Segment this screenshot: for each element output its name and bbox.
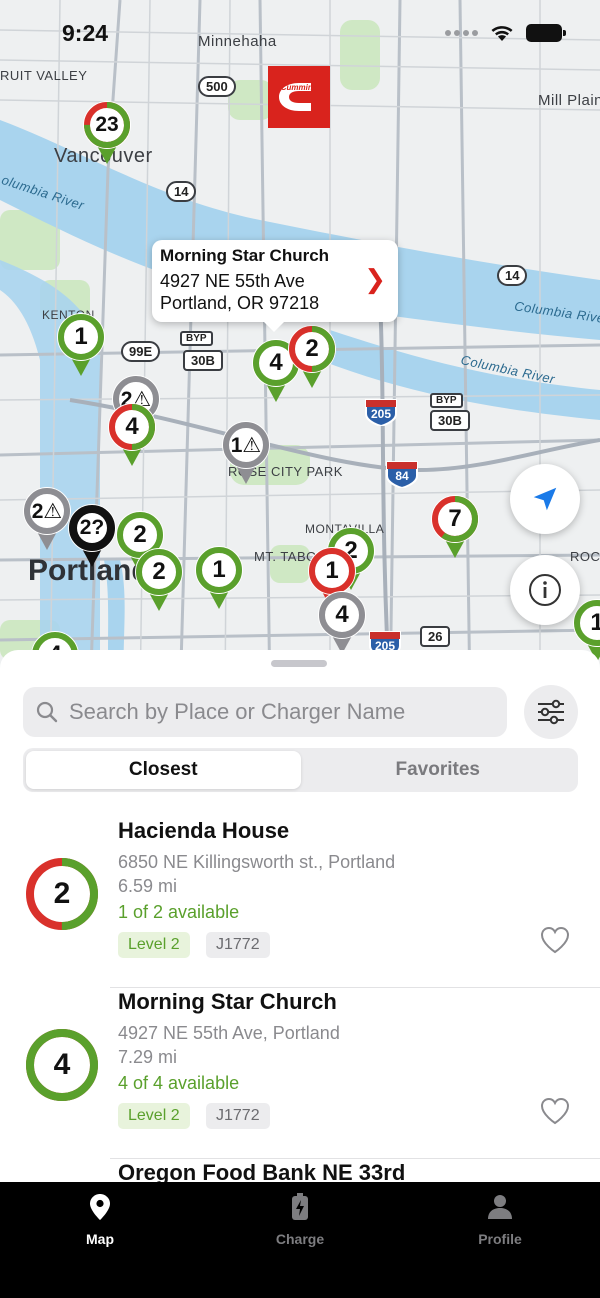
pin-count: 2? — [79, 516, 105, 539]
interstate-number: 205 — [370, 407, 392, 421]
map-pin-icon — [90, 1194, 110, 1220]
pin-count: 4 — [335, 601, 349, 628]
charger-pin[interactable]: 4 — [317, 590, 367, 656]
search-placeholder: Search by Place or Charger Name — [69, 699, 406, 724]
station-callout[interactable]: Morning Star Church 4927 NE 55th Ave Por… — [152, 240, 398, 332]
route-shield-30b: 30B — [183, 350, 223, 371]
interstate-shield-205: 205 — [364, 398, 398, 428]
pin-count: 2 — [305, 335, 319, 362]
wifi-icon — [491, 26, 513, 41]
search-icon — [36, 701, 58, 723]
stations-sheet[interactable]: Search by Place or Charger Name Closest … — [0, 650, 600, 1182]
station-address: 6850 NE Killingsworth st., Portland — [118, 852, 396, 872]
svg-text:Cummins: Cummins — [281, 83, 318, 92]
callout-address-line1: 4927 NE 55th Ave — [160, 271, 305, 291]
route-shield-500: 500 — [198, 76, 236, 97]
station-address: 4927 NE 55th Ave, Portland — [118, 1023, 340, 1043]
station-name: Oregon Food Bank NE 33rd — [118, 1160, 406, 1182]
tab-bar: Map Charge Profile — [0, 1182, 600, 1298]
map-label-mill-plain: Mill Plain — [538, 92, 600, 109]
status-bar: 9:24 — [0, 0, 600, 70]
callout-title: Morning Star Church — [160, 246, 330, 265]
level-badge: Level 2 — [118, 1103, 190, 1129]
charger-pin[interactable]: 2 — [134, 547, 184, 613]
tab-profile-label: Profile — [478, 1231, 522, 1247]
filter-button[interactable] — [524, 685, 578, 739]
favorite-heart-icon[interactable] — [540, 1097, 570, 1125]
station-charger-count: 2 — [53, 877, 71, 910]
route-shield-byp: BYP — [430, 393, 463, 408]
interstate-shield-84: 84 — [385, 460, 419, 490]
location-arrow-icon — [533, 487, 557, 511]
pin-count: 23 — [95, 113, 119, 136]
charger-pin[interactable]: 1 — [194, 545, 244, 611]
row-divider — [110, 1158, 600, 1159]
pin-count: 1 — [212, 556, 226, 583]
segment-closest[interactable]: Closest — [26, 751, 301, 789]
station-distance: 7.29 mi — [118, 1047, 178, 1067]
route-shield-byp: BYP — [180, 331, 213, 346]
level-badge: Level 2 — [118, 932, 190, 958]
tab-map-label: Map — [86, 1231, 114, 1247]
station-name: Morning Star Church — [118, 989, 337, 1014]
route-shield-30b: 30B — [430, 410, 470, 431]
pin-count: 1 — [74, 323, 88, 350]
callout-address-line2: Portland, OR 97218 — [160, 293, 320, 313]
tab-map[interactable]: Map — [40, 1192, 160, 1247]
search-field[interactable]: Search by Place or Charger Name — [23, 687, 507, 737]
list-segmented-control[interactable]: Closest Favorites — [23, 748, 578, 792]
station-availability: 1 of 2 available — [118, 902, 240, 922]
map-view[interactable]: Minnehaha RUIT VALLEY Mill Plain Vancouv… — [0, 0, 600, 700]
charger-pin[interactable]: 2⚠ — [22, 486, 72, 552]
station-list-item[interactable]: 2 Hacienda House 6850 NE Killingsworth s… — [0, 818, 600, 988]
cummins-logo: Cummins — [268, 66, 330, 128]
charger-pin[interactable]: 4 — [107, 402, 157, 468]
tab-charge-label: Charge — [275, 1231, 325, 1247]
tab-profile[interactable]: Profile — [440, 1192, 560, 1247]
station-list-item[interactable]: 4 Morning Star Church 4927 NE 55th Ave, … — [0, 989, 600, 1159]
pin-count: 2⚠ — [31, 499, 63, 523]
station-availability: 4 of 4 available — [118, 1073, 240, 1093]
map-label-fruit-valley: RUIT VALLEY — [0, 68, 88, 83]
route-shield-26: 26 — [420, 626, 451, 647]
tab-charge[interactable]: Charge — [240, 1192, 360, 1247]
person-icon — [488, 1195, 512, 1219]
pin-count: 4 — [125, 413, 139, 440]
row-divider — [110, 987, 600, 988]
favorite-heart-icon[interactable] — [540, 926, 570, 954]
plug-badge: J1772 — [206, 932, 270, 958]
battery-charge-icon — [292, 1193, 308, 1220]
route-shield-14: 14 — [497, 265, 528, 286]
locate-me-button[interactable] — [510, 464, 580, 534]
pin-count: 1 — [325, 557, 339, 584]
charger-pin[interactable]: 2 — [287, 324, 337, 390]
pin-count: 2 — [152, 558, 166, 585]
charger-pin[interactable]: 2? — [67, 503, 117, 569]
cellular-icon — [445, 30, 478, 36]
station-list-item[interactable]: Oregon Food Bank NE 33rd — [0, 1160, 600, 1182]
sliders-icon — [538, 699, 564, 725]
sheet-grabber[interactable] — [271, 660, 327, 667]
charger-pin[interactable]: 1 — [56, 312, 106, 378]
route-shield-99e: 99E — [121, 341, 161, 362]
pin-count: 1⚠ — [230, 433, 262, 457]
status-time: 9:24 — [62, 20, 109, 46]
battery-icon — [526, 24, 566, 42]
charger-pin[interactable]: 1⚠ — [221, 420, 271, 486]
callout-chevron-icon[interactable]: ❯ — [364, 264, 386, 295]
plug-badge: J1772 — [206, 1103, 270, 1129]
segment-favorites[interactable]: Favorites — [301, 751, 576, 789]
charger-pin[interactable]: 23 — [82, 100, 132, 166]
charger-pin[interactable]: 7 — [430, 494, 480, 560]
station-distance: 6.59 mi — [118, 876, 178, 896]
info-icon — [529, 574, 561, 606]
station-charger-count: 4 — [53, 1048, 71, 1081]
map-label-roc: ROC — [570, 549, 600, 564]
route-shield-14: 14 — [166, 181, 197, 202]
station-name: Hacienda House — [118, 818, 290, 843]
interstate-number: 84 — [395, 469, 409, 483]
info-button[interactable] — [510, 555, 580, 625]
pin-count: 7 — [448, 505, 462, 532]
